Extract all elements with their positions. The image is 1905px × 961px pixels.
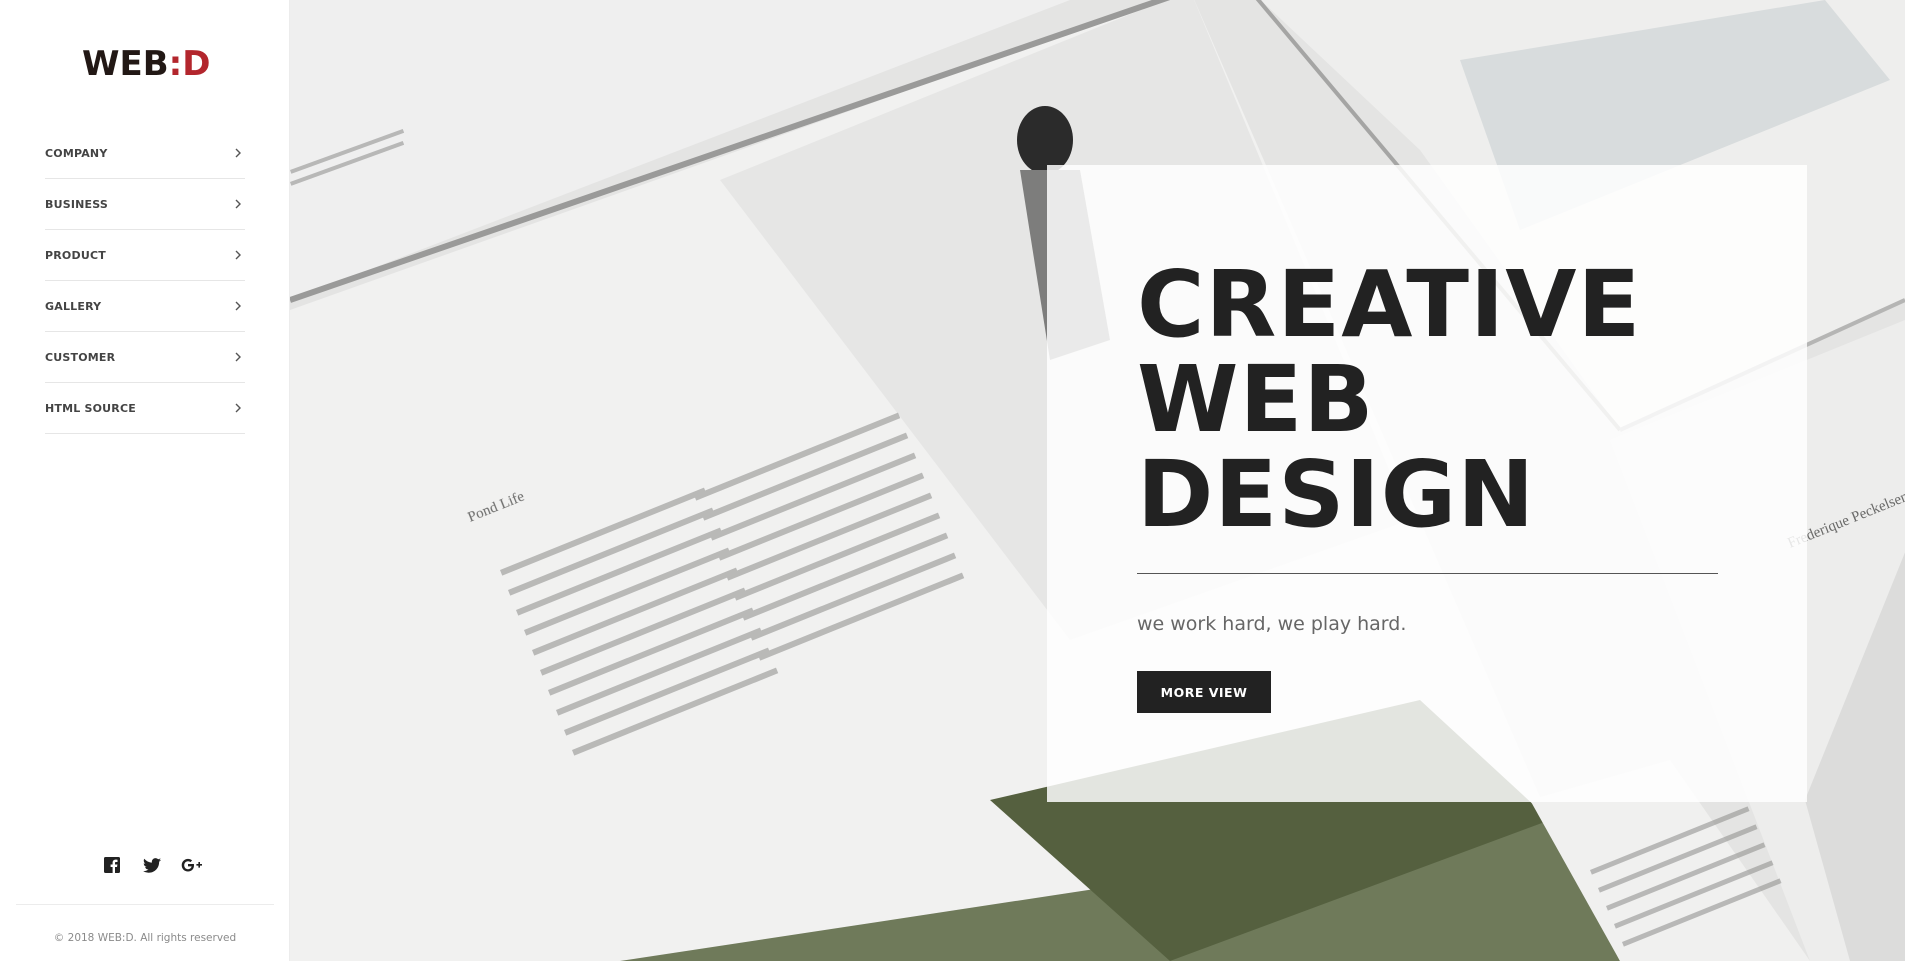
- headline-line: DESIGN: [1137, 441, 1536, 548]
- chevron-right-icon: [231, 401, 245, 415]
- sidebar: WEB:D COMPANY BUSINESS PRODUCT GALLERY C…: [0, 0, 290, 961]
- chevron-right-icon: [231, 350, 245, 364]
- nav-item-business[interactable]: BUSINESS: [45, 179, 245, 230]
- copyright-text: © 2018 WEB:D. All rights reserved: [53, 932, 237, 944]
- chevron-right-icon: [231, 146, 245, 160]
- hero-card: CREATIVE WEB DESIGN we work hard, we pla…: [1047, 165, 1807, 802]
- headline-divider: [1137, 573, 1718, 574]
- main-nav: COMPANY BUSINESS PRODUCT GALLERY CUSTOME…: [45, 128, 245, 434]
- nav-item-customer[interactable]: CUSTOMER: [45, 332, 245, 383]
- hero-headline: CREATIVE WEB DESIGN: [1137, 257, 1757, 542]
- nav-item-product[interactable]: PRODUCT: [45, 230, 245, 281]
- nav-item-label: CUSTOMER: [45, 350, 116, 364]
- more-view-button[interactable]: MORE VIEW: [1137, 671, 1271, 713]
- logo-text: WEB: [82, 44, 169, 84]
- nav-item-label: PRODUCT: [45, 248, 106, 262]
- facebook-icon[interactable]: [92, 853, 132, 877]
- chevron-right-icon: [231, 197, 245, 211]
- nav-item-label: BUSINESS: [45, 197, 109, 211]
- google-plus-icon[interactable]: [172, 853, 212, 877]
- nav-item-label: GALLERY: [45, 299, 102, 313]
- hero-tagline: we work hard, we play hard.: [1137, 613, 1407, 635]
- footer-divider: [16, 904, 274, 905]
- nav-item-gallery[interactable]: GALLERY: [45, 281, 245, 332]
- hero-section: Pond Life Frederique Peckelsen CREATIVE …: [290, 0, 1905, 961]
- twitter-icon[interactable]: [132, 853, 172, 877]
- chevron-right-icon: [231, 248, 245, 262]
- headline-line: WEB: [1137, 346, 1375, 453]
- nav-item-html-source[interactable]: HTML SOURCE: [45, 383, 245, 434]
- headline-line: CREATIVE: [1137, 251, 1642, 358]
- nav-item-company[interactable]: COMPANY: [45, 128, 245, 179]
- nav-item-label: COMPANY: [45, 146, 108, 160]
- site-logo[interactable]: WEB:D: [82, 42, 210, 86]
- social-links: [92, 853, 212, 877]
- logo-accent: :D: [168, 44, 211, 84]
- chevron-right-icon: [231, 299, 245, 313]
- nav-item-label: HTML SOURCE: [45, 401, 136, 415]
